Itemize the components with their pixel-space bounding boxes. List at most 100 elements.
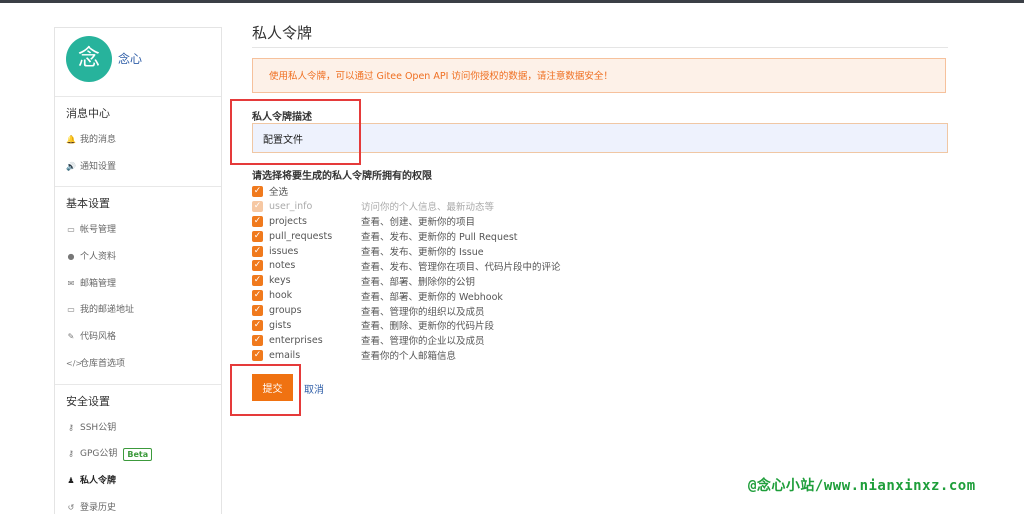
sidebar-item[interactable]: 🔔我的消息 [55, 127, 221, 154]
permission-description: 查看、创建、更新你的项目 [361, 214, 475, 228]
envelope-icon: ✉ [66, 271, 76, 298]
permission-description: 查看、部署、删除你的公钥 [361, 274, 475, 288]
sidebar-item[interactable]: ▭我的邮递地址 [55, 297, 221, 324]
user-icon: ● [66, 244, 76, 271]
sidebar-item[interactable]: ↺登录历史 [55, 495, 221, 522]
permission-row[interactable]: ✓ hook查看、部署、更新你的 Webhook [252, 288, 812, 303]
key-icon: ⚷ [66, 441, 76, 468]
sidebar-item-label: 登录历史 [80, 495, 116, 522]
permission-row[interactable]: ✓ groups查看、管理你的组织以及成员 [252, 303, 812, 318]
sidebar-item-label: GPG公钥 [80, 441, 117, 468]
permission-name: hook [269, 290, 361, 301]
bell-icon: 🔔 [66, 127, 76, 154]
sidebar: 念 念心 消息中心🔔我的消息🔊通知设置基本设置▭帐号管理●个人资料✉邮箱管理▭我… [54, 27, 222, 514]
security-notice: 使用私人令牌，可以通过 Gitee Open API 访问你授权的数据，请注意数… [252, 58, 946, 93]
permission-description: 查看、发布、更新你的 Pull Request [361, 229, 518, 243]
sidebar-group: 基本设置▭帐号管理●个人资料✉邮箱管理▭我的邮递地址✎代码风格</>仓库首选项 [55, 187, 221, 384]
code-icon: </> [66, 351, 76, 378]
highlight-box-submit [230, 364, 301, 416]
sidebar-group: 安全设置⚷SSH公钥⚷GPG公钥Beta♟私人令牌↺登录历史 [55, 385, 221, 527]
permission-row[interactable]: ✓ keys查看、部署、删除你的公钥 [252, 273, 812, 288]
select-all-checkbox[interactable]: ✓ [252, 186, 263, 197]
profile-card: 念 念心 [55, 28, 221, 97]
permission-name: groups [269, 305, 361, 316]
permission-row[interactable]: ✓ pull_requests查看、发布、更新你的 Pull Request [252, 229, 812, 244]
sidebar-item[interactable]: </> 仓库首选项 [55, 351, 221, 378]
permission-row[interactable]: ✓ projects查看、创建、更新你的项目 [252, 214, 812, 229]
permissions-list: ✓ 全选 ✓user_info访问你的个人信息、最新动态等✓projects查看… [252, 184, 812, 363]
permission-name: projects [269, 216, 361, 227]
sidebar-item[interactable]: ⚷GPG公钥Beta [55, 441, 221, 468]
permission-name: pull_requests [269, 231, 361, 242]
sidebar-group-title: 消息中心 [55, 101, 221, 127]
main-content: 私人令牌 使用私人令牌，可以通过 Gitee Open API 访问你授权的数据… [252, 22, 948, 48]
page-title: 私人令牌 [252, 22, 948, 48]
permission-description: 查看、删除、更新你的代码片段 [361, 318, 494, 332]
sidebar-item-label: 邮箱管理 [80, 271, 116, 298]
permission-row: ✓user_info访问你的个人信息、最新动态等 [252, 199, 812, 214]
sidebar-item[interactable]: ✎代码风格 [55, 324, 221, 351]
permission-description: 查看、部署、更新你的 Webhook [361, 289, 503, 303]
sidebar-item-label: 通知设置 [80, 154, 116, 181]
permission-row[interactable]: ✓ gists查看、删除、更新你的代码片段 [252, 318, 812, 333]
paintbrush-icon: ✎ [66, 324, 76, 351]
sidebar-item-label: 个人资料 [80, 244, 116, 271]
sidebar-item[interactable]: ✉邮箱管理 [55, 271, 221, 298]
history-icon: ↺ [66, 495, 76, 522]
id-card-icon: ▭ [66, 217, 76, 244]
permission-row[interactable]: ✓ enterprises查看、管理你的企业以及成员 [252, 333, 812, 348]
permission-name: gists [269, 320, 361, 331]
permission-name: user_info [269, 201, 361, 212]
permission-description: 查看、发布、更新你的 Issue [361, 244, 484, 258]
permissions-title: 请选择将要生成的私人令牌所拥有的权限 [252, 167, 432, 182]
permission-checkbox[interactable]: ✓ [252, 216, 263, 227]
sidebar-item-label: 帐号管理 [80, 217, 116, 244]
permission-name: notes [269, 260, 361, 271]
speaker-icon: 🔊 [66, 154, 76, 181]
sidebar-item[interactable]: ▭帐号管理 [55, 217, 221, 244]
permission-checkbox[interactable]: ✓ [252, 260, 263, 271]
sidebar-item-label: 我的邮递地址 [80, 297, 134, 324]
sidebar-item[interactable]: ●个人资料 [55, 244, 221, 271]
sidebar-item[interactable]: ⚷SSH公钥 [55, 415, 221, 442]
avatar[interactable]: 念 [66, 36, 112, 82]
permission-checkbox[interactable]: ✓ [252, 320, 263, 331]
username-link[interactable]: 念心 [118, 50, 142, 67]
watermark: @念心小站/www.nianxinxz.com [748, 475, 976, 495]
sidebar-item[interactable]: ♟私人令牌 [55, 468, 221, 495]
permission-description: 查看、发布、管理你在项目、代码片段中的评论 [361, 259, 561, 273]
permission-name: emails [269, 350, 361, 361]
permission-checkbox[interactable]: ✓ [252, 290, 263, 301]
permission-checkbox[interactable]: ✓ [252, 350, 263, 361]
sidebar-group-title: 安全设置 [55, 389, 221, 415]
permission-checkbox[interactable]: ✓ [252, 335, 263, 346]
permission-description: 查看、管理你的企业以及成员 [361, 333, 485, 347]
permission-checkbox[interactable]: ✓ [252, 305, 263, 316]
permission-checkbox[interactable]: ✓ [252, 231, 263, 242]
sidebar-groups: 消息中心🔔我的消息🔊通知设置基本设置▭帐号管理●个人资料✉邮箱管理▭我的邮递地址… [55, 97, 221, 527]
cancel-link[interactable]: 取消 [304, 381, 324, 396]
permission-description: 查看、管理你的组织以及成员 [361, 304, 485, 318]
permission-row[interactable]: ✓ notes查看、发布、管理你在项目、代码片段中的评论 [252, 258, 812, 273]
permission-name: keys [269, 275, 361, 286]
sidebar-group: 消息中心🔔我的消息🔊通知设置 [55, 97, 221, 187]
permission-name: enterprises [269, 335, 361, 346]
top-bar [0, 0, 1024, 3]
sidebar-item[interactable]: 🔊通知设置 [55, 154, 221, 181]
sidebar-item-label: 仓库首选项 [80, 351, 125, 378]
permission-name: issues [269, 246, 361, 257]
sidebar-item-label: 我的消息 [80, 127, 116, 154]
permission-description: 查看你的个人邮箱信息 [361, 348, 456, 362]
highlight-box-description [230, 99, 361, 165]
select-all-row[interactable]: ✓ 全选 [252, 184, 812, 199]
select-all-label: 全选 [269, 184, 288, 198]
permission-checkbox[interactable]: ✓ [252, 246, 263, 257]
user-secret-icon: ♟ [66, 468, 76, 495]
permission-row[interactable]: ✓ emails查看你的个人邮箱信息 [252, 348, 812, 363]
address-card-icon: ▭ [66, 297, 76, 324]
permission-description: 访问你的个人信息、最新动态等 [361, 199, 494, 213]
permission-checkbox[interactable]: ✓ [252, 275, 263, 286]
key-icon: ⚷ [66, 415, 76, 442]
sidebar-item-label: 代码风格 [80, 324, 116, 351]
permission-row[interactable]: ✓ issues查看、发布、更新你的 Issue [252, 244, 812, 259]
